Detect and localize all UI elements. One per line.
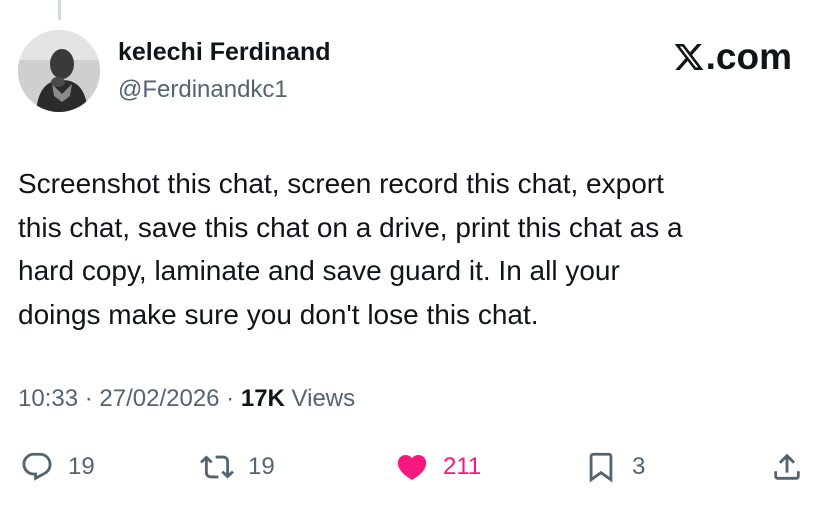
repost-button[interactable]: 19 bbox=[200, 448, 275, 486]
heart-icon bbox=[397, 454, 427, 480]
profile-photo bbox=[18, 30, 100, 112]
author-display-name[interactable]: kelechi Ferdinand bbox=[118, 38, 331, 67]
reply-button[interactable]: 19 bbox=[20, 448, 95, 486]
bookmark-icon bbox=[589, 452, 613, 483]
repost-count: 19 bbox=[248, 453, 275, 480]
share-icon bbox=[774, 453, 800, 480]
views-count[interactable]: 17K bbox=[241, 385, 285, 412]
avatar[interactable] bbox=[18, 30, 100, 112]
tweet-meta: 10:33 · 27/02/2026 · 17K Views bbox=[18, 385, 355, 413]
brand-text: .com bbox=[705, 36, 792, 77]
thread-connector-line bbox=[58, 0, 61, 20]
tweet-time[interactable]: 10:33 bbox=[18, 385, 78, 412]
like-count: 211 bbox=[443, 453, 482, 480]
views-label[interactable]: Views bbox=[285, 385, 356, 412]
x-logo-icon bbox=[674, 44, 704, 70]
brand-logo: .com bbox=[673, 36, 792, 78]
meta-separator: · bbox=[219, 385, 241, 412]
bookmark-button[interactable]: 3 bbox=[584, 448, 645, 486]
tweet-date[interactable]: 27/02/2026 bbox=[99, 385, 219, 412]
bookmark-count: 3 bbox=[632, 453, 646, 480]
reply-bubble-icon bbox=[22, 452, 52, 481]
author-handle[interactable]: @Ferdinandkc1 bbox=[118, 76, 288, 104]
repost-icon bbox=[200, 455, 234, 479]
share-button[interactable] bbox=[770, 448, 804, 486]
reply-count: 19 bbox=[68, 453, 95, 480]
tweet-text: Screenshot this chat, screen record this… bbox=[18, 168, 683, 330]
meta-separator: · bbox=[78, 385, 100, 412]
like-button[interactable]: 211 bbox=[395, 448, 481, 486]
